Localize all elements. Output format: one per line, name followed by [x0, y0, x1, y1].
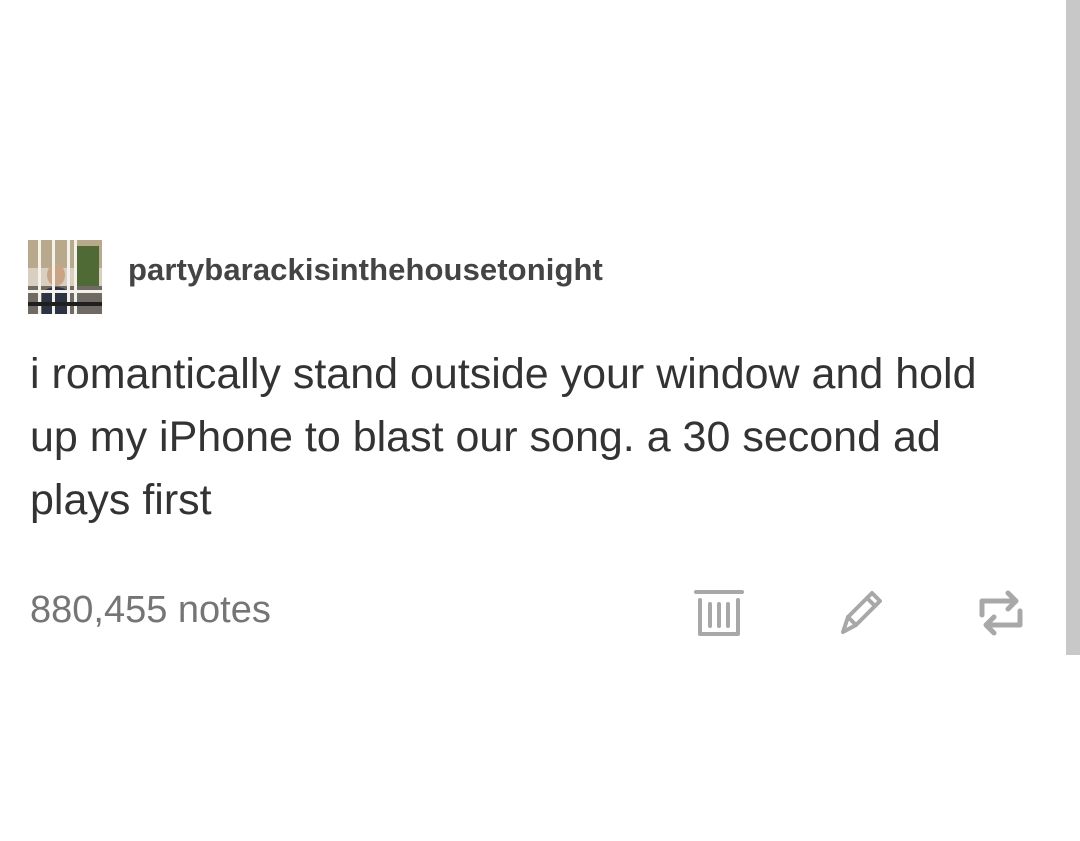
- edit-button[interactable]: [829, 582, 891, 644]
- reblog-button[interactable]: [970, 582, 1032, 644]
- notes-count[interactable]: 880,455 notes: [30, 589, 271, 632]
- post-body: i romantically stand outside your window…: [30, 350, 977, 524]
- page-edge: [1066, 0, 1080, 655]
- pencil-icon: [841, 591, 882, 634]
- trash-icon: [694, 590, 744, 636]
- post-username[interactable]: partybarackisinthehousetonight: [128, 252, 603, 288]
- reblog-icon: [979, 590, 1023, 636]
- delete-button[interactable]: [688, 582, 750, 644]
- tumblr-post: partybarackisinthehousetonight i romanti…: [0, 0, 1066, 655]
- avatar[interactable]: [28, 240, 102, 314]
- avatar-image: [28, 240, 102, 314]
